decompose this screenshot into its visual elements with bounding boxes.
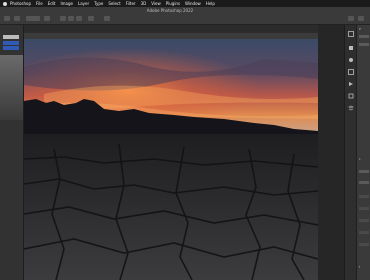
- move-tool[interactable]: [3, 35, 19, 39]
- layer-row[interactable]: [359, 219, 369, 222]
- options-bar: Adobe Photoshop 2022: [0, 7, 370, 25]
- fx-label[interactable]: f: [359, 265, 360, 269]
- menu-plugins[interactable]: Plugins: [166, 0, 180, 7]
- menu-bar: Photoshop File Edit Image Layer Type Sel…: [0, 0, 370, 7]
- play-icon[interactable]: [348, 81, 354, 87]
- align-center-icon[interactable]: [68, 16, 74, 21]
- layer-filter-row[interactable]: [359, 170, 369, 173]
- auto-select-checkbox[interactable]: [26, 16, 40, 21]
- brush-settings-icon[interactable]: [348, 57, 354, 63]
- menu-layer[interactable]: Layer: [78, 0, 89, 7]
- menu-window[interactable]: Window: [185, 0, 201, 7]
- layers-tab-label[interactable]: L: [359, 157, 361, 161]
- canvas-gutter: [318, 25, 344, 280]
- layer-row[interactable]: [359, 195, 369, 198]
- panel-row[interactable]: [359, 43, 369, 46]
- panel-row[interactable]: [359, 35, 369, 38]
- menu-view[interactable]: View: [151, 0, 161, 7]
- properties-icon[interactable]: [348, 45, 354, 51]
- photo: [24, 39, 318, 280]
- menu-select[interactable]: Select: [108, 0, 120, 7]
- lasso-tool[interactable]: [3, 46, 19, 50]
- menu-photoshop[interactable]: Photoshop: [10, 0, 31, 7]
- layer-row[interactable]: [359, 231, 369, 234]
- blend-mode-row[interactable]: [359, 181, 369, 184]
- adjustments-icon[interactable]: [348, 93, 354, 99]
- menu-help[interactable]: Help: [206, 0, 215, 7]
- search-icon[interactable]: [348, 16, 354, 21]
- panel-tab-label[interactable]: P: [359, 27, 361, 31]
- menu-3d[interactable]: 3D: [141, 0, 147, 7]
- menu-type[interactable]: Type: [94, 0, 103, 7]
- layers-panel: P L f: [356, 25, 370, 280]
- distribute-icon[interactable]: [88, 16, 94, 21]
- move-tool-icon[interactable]: [14, 16, 20, 21]
- workspace-icon[interactable]: [358, 16, 364, 21]
- home-icon[interactable]: [4, 16, 10, 21]
- menu-edit[interactable]: Edit: [48, 0, 56, 7]
- history-icon[interactable]: [348, 31, 354, 37]
- layers-icon[interactable]: [348, 105, 354, 111]
- swatches-icon[interactable]: [348, 69, 354, 75]
- marquee-tool[interactable]: [3, 41, 19, 45]
- more-options-icon[interactable]: [104, 16, 110, 21]
- tool-presets-panel: [0, 55, 23, 120]
- menu-file[interactable]: File: [36, 0, 43, 7]
- image-canvas[interactable]: [24, 39, 318, 280]
- transform-controls-icon[interactable]: [44, 16, 50, 21]
- menu-filter[interactable]: Filter: [126, 0, 136, 7]
- menu-image[interactable]: Image: [60, 0, 73, 7]
- align-left-icon[interactable]: [60, 16, 66, 21]
- window-title: Adobe Photoshop 2022: [146, 8, 194, 13]
- apple-icon[interactable]: [3, 1, 7, 6]
- layer-row[interactable]: [359, 207, 369, 210]
- align-right-icon[interactable]: [76, 16, 82, 21]
- layer-row[interactable]: [359, 243, 369, 246]
